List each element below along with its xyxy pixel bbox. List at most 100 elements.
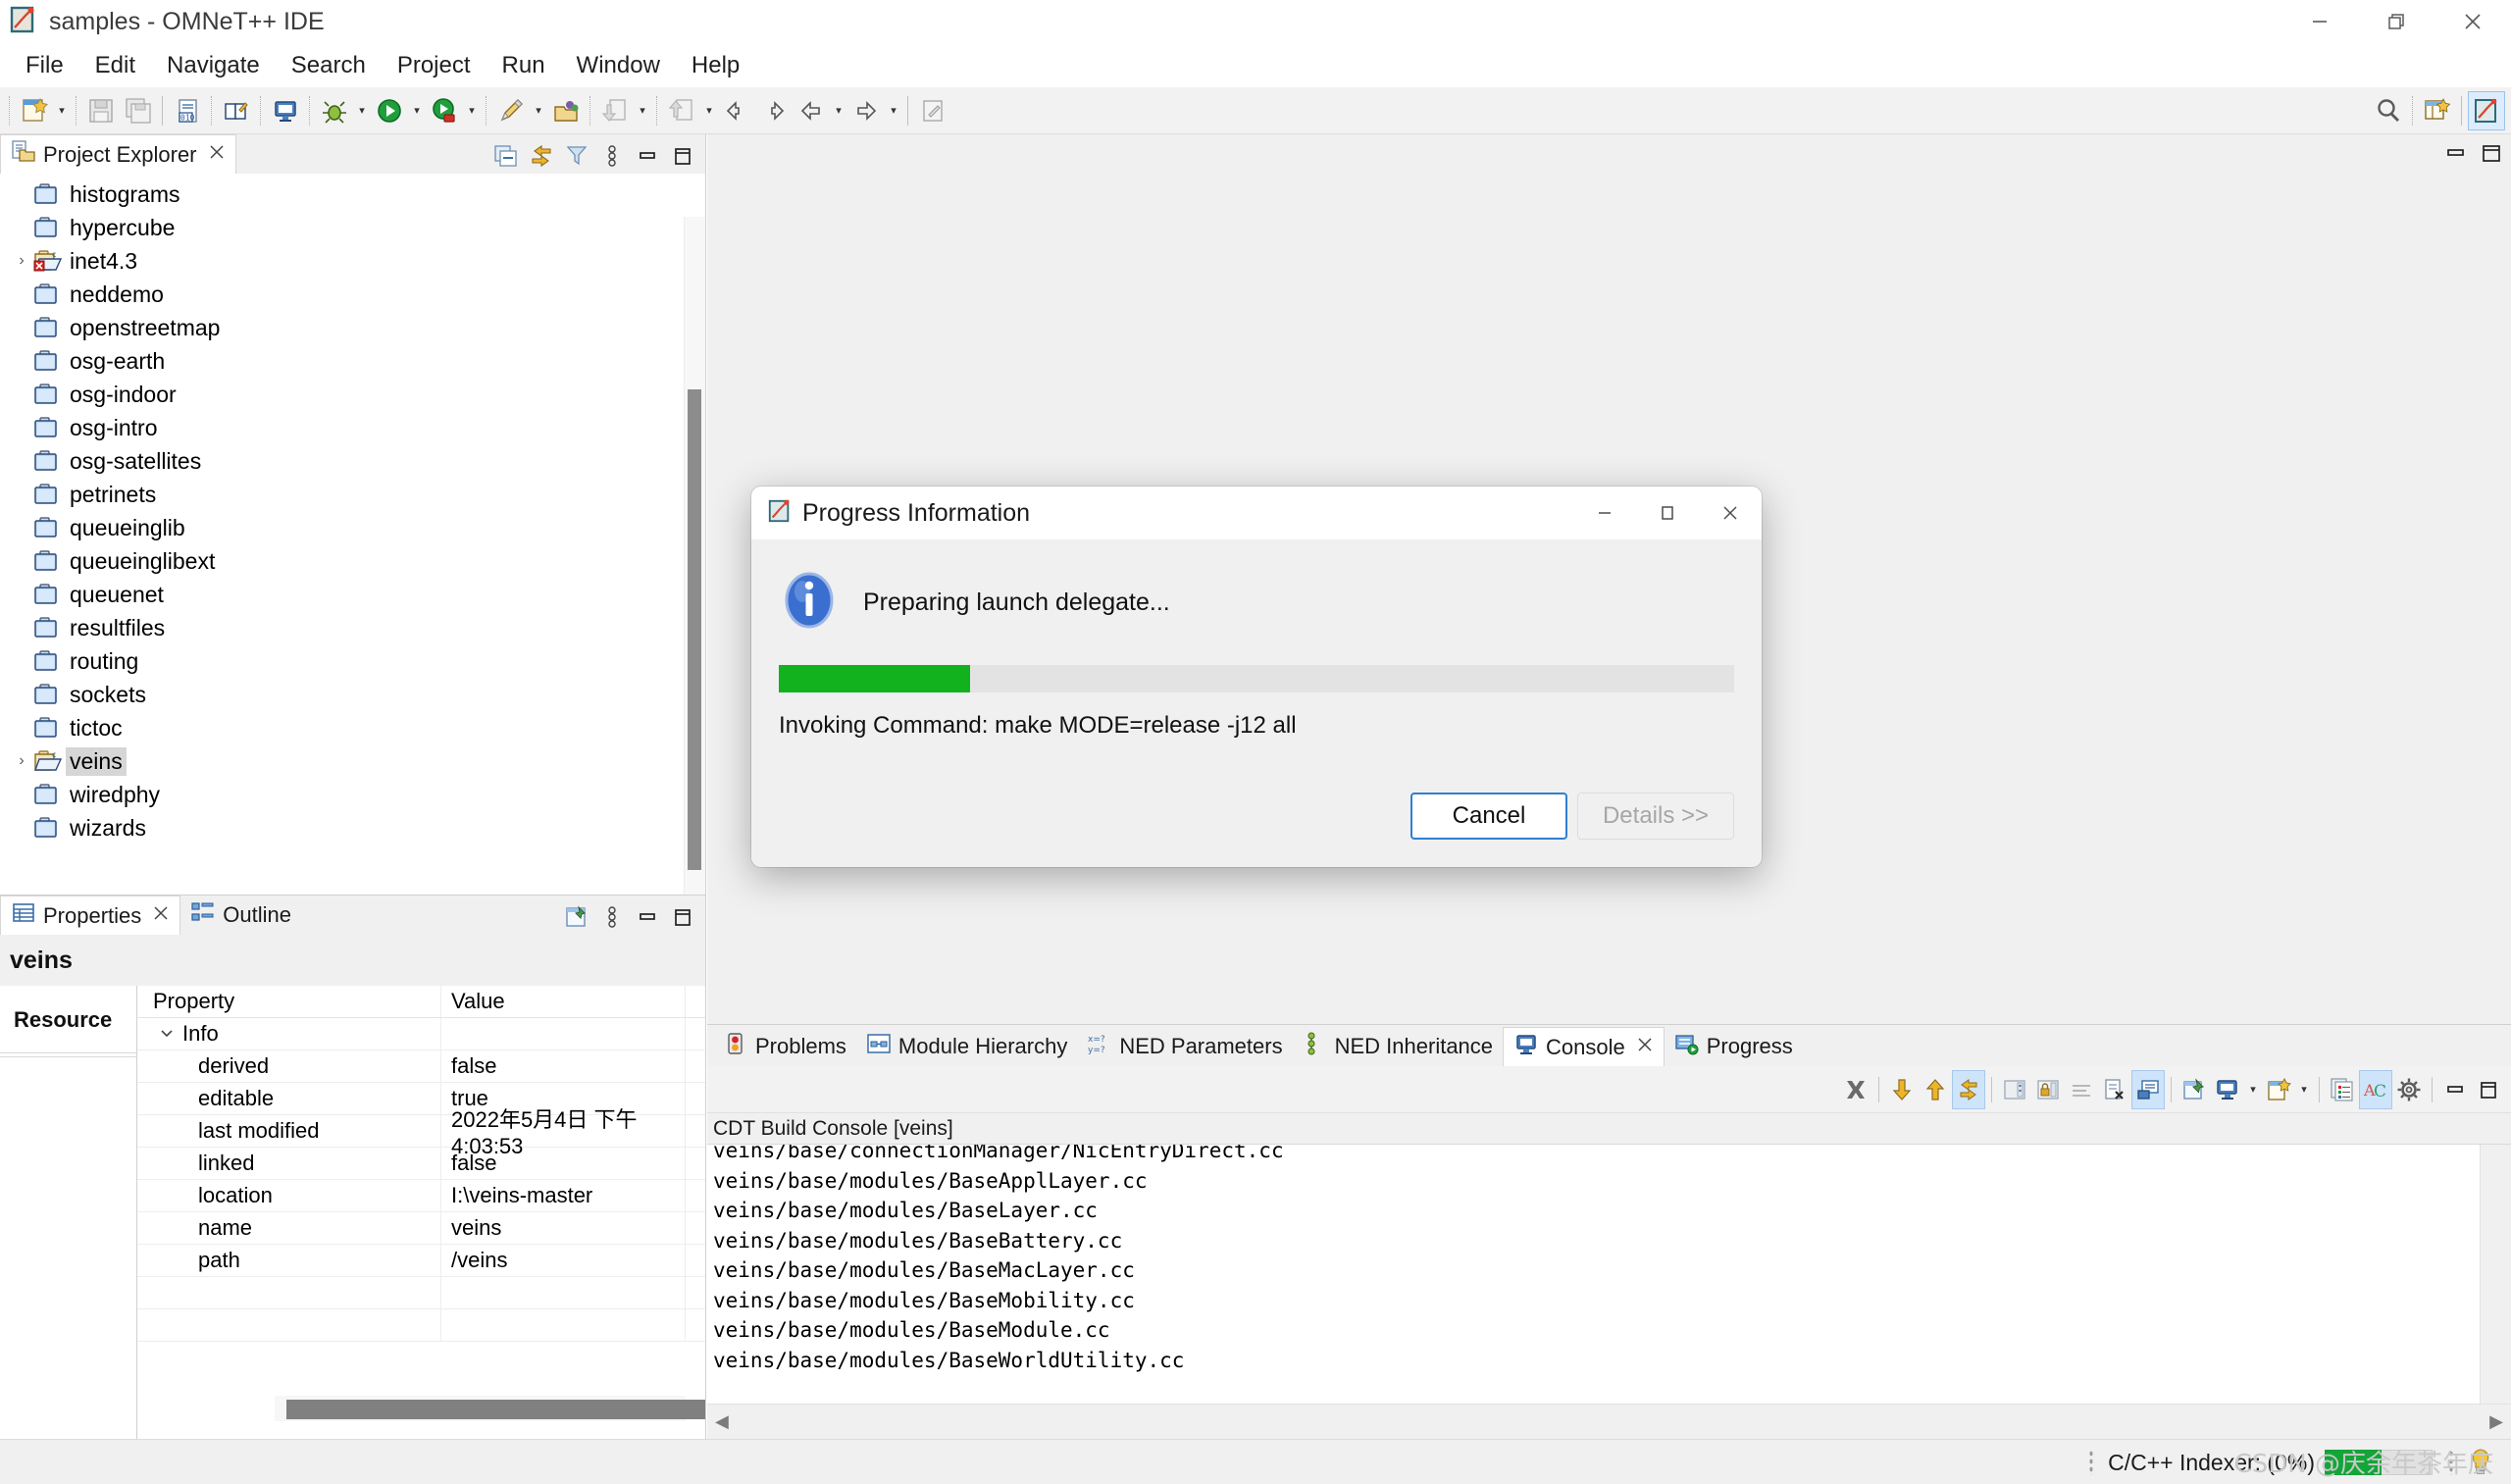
perspective-open-icon[interactable] [2419,91,2456,130]
run-simulation-icon[interactable] [426,91,463,130]
import-icon[interactable] [596,91,634,130]
tree-item-queueinglib[interactable]: · queueinglib [0,511,705,544]
console-vscrollbar-track[interactable] [2480,1145,2511,1404]
tab-properties[interactable]: Properties [0,896,180,935]
export-dropdown-icon[interactable]: ▾ [700,91,718,130]
properties-hscrollbar-thumb[interactable] [286,1400,705,1419]
link-with-editor-icon[interactable] [525,138,558,174]
new-editor-icon[interactable] [914,91,951,130]
dialog-close-button[interactable] [1699,486,1762,539]
menu-edit[interactable]: Edit [79,48,151,83]
tree-item-neddemo[interactable]: · neddemo [0,278,705,311]
properties-group-row[interactable]: Info [137,1018,705,1050]
minimize-view-icon[interactable] [631,138,664,174]
tree-item-inet4-3[interactable]: › c inet4.3 [0,244,705,278]
menu-help[interactable]: Help [676,48,755,83]
menu-window[interactable]: Window [561,48,676,83]
tree-item-osg-intro[interactable]: · osg-intro [0,411,705,444]
tab-ned-inheritance[interactable]: NED Inheritance [1293,1027,1503,1066]
dialog-maximize-button[interactable] [1636,486,1699,539]
word-wrap-icon[interactable] [2065,1070,2098,1109]
cancel-button[interactable]: Cancel [1410,793,1567,840]
tree-item-resultfiles[interactable]: · resultfiles [0,611,705,644]
tree-item-veins[interactable]: › c veins [0,744,705,778]
window-restore-button[interactable] [2358,0,2434,43]
pin-console-icon[interactable] [2031,1070,2065,1109]
clear-console-icon[interactable] [2098,1070,2131,1109]
new-ned-file-icon[interactable]: 010 [169,91,206,130]
maximize-view-icon[interactable] [666,899,699,935]
close-icon[interactable] [208,143,226,167]
tree-item-osg-indoor[interactable]: · osg-indoor [0,378,705,411]
status-drag-handle[interactable] [2088,1450,2094,1475]
tab-console[interactable]: Console [1503,1027,1665,1066]
search-icon[interactable] [2370,91,2407,130]
maximize-view-icon[interactable] [2472,1070,2505,1109]
open-console-icon[interactable] [267,91,304,130]
chevron-right-icon[interactable]: › [10,752,33,770]
import-dropdown-icon[interactable]: ▾ [634,91,651,130]
tab-problems[interactable]: Problems [713,1027,856,1066]
build-pencil-icon[interactable] [492,91,530,130]
tab-ned-parameters[interactable]: x=? y=? NED Parameters [1077,1027,1292,1066]
new-console-view-dropdown-icon[interactable]: ▾ [2295,1070,2313,1109]
tree-item-queueinglibext[interactable]: · queueinglibext [0,544,705,578]
window-minimize-button[interactable] [2281,0,2358,43]
chevron-right-icon[interactable]: › [10,252,33,270]
table-row[interactable]: derivedfalse [137,1050,705,1083]
build-dropdown-icon[interactable]: ▾ [530,91,547,130]
scroll-down-icon[interactable] [1885,1070,1919,1109]
scroll-up-icon[interactable] [1919,1070,1952,1109]
menu-file[interactable]: File [10,48,79,83]
tree-item-wiredphy[interactable]: · wiredphy [0,778,705,811]
tree-item-osg-satellites[interactable]: · osg-satellites [0,444,705,478]
tree-item-tictoc[interactable]: · tictoc [0,711,705,744]
close-icon[interactable] [1636,1036,1654,1059]
maximize-view-icon[interactable] [666,138,699,174]
terminate-icon[interactable] [1839,1070,1872,1109]
light-bulb-icon[interactable] [2468,1448,2493,1477]
run-dropdown-icon[interactable]: ▾ [408,91,426,130]
minimize-view-icon[interactable] [631,899,664,935]
open-console-dropdown-icon[interactable]: ▾ [2244,1070,2262,1109]
back-annotate-icon[interactable] [718,91,755,130]
tab-module-hierarchy[interactable]: Module Hierarchy [856,1027,1077,1066]
table-row[interactable]: path/veins [137,1245,705,1277]
table-row[interactable]: linkedfalse [137,1148,705,1180]
dialog-minimize-button[interactable] [1573,486,1636,539]
auto-scroll-icon[interactable]: A C [2359,1070,2392,1109]
console-output[interactable]: veins/base/connectionManager/NicEntryDir… [707,1145,2480,1404]
table-row[interactable]: last modified2022年5月4日 下午4:03:53 [137,1115,705,1148]
collapse-all-icon[interactable] [489,138,523,174]
window-close-button[interactable] [2434,0,2511,43]
tree-item-histograms[interactable]: · histograms [0,178,705,211]
minimize-view-icon[interactable] [2438,1070,2472,1109]
status-drag-handle[interactable] [2448,1450,2454,1475]
scroll-left-icon[interactable]: ◀ [715,1411,729,1432]
tree-item-routing[interactable]: · routing [0,644,705,678]
maximize-view-icon[interactable] [2480,141,2503,170]
tree-item-openstreetmap[interactable]: · openstreetmap [0,311,705,344]
display-selected-console-icon[interactable] [2131,1070,2165,1109]
chevron-down-icon[interactable] [159,1021,175,1047]
project-tree-scrollbar-thumb[interactable] [688,389,701,870]
view-menu-icon[interactable] [595,899,629,935]
table-row[interactable]: nameveins [137,1212,705,1245]
show-console-icon[interactable] [1998,1070,2031,1109]
debug-icon[interactable] [316,91,353,130]
omnet-perspective-icon[interactable] [2468,91,2505,130]
menu-search[interactable]: Search [276,48,382,83]
sidebar-item-resource[interactable]: Resource [0,999,136,1041]
tree-item-queuenet[interactable]: · queuenet [0,578,705,611]
close-icon[interactable] [152,904,170,928]
tree-item-hypercube[interactable]: · hypercube [0,211,705,244]
new-wizard-dropdown-icon[interactable]: ▾ [53,91,71,130]
tab-project-explorer[interactable]: Project Explorer [0,134,236,174]
view-menu-filter-icon[interactable] [560,138,593,174]
tab-progress[interactable]: Progress [1665,1027,1803,1066]
pin-editor-icon[interactable] [560,899,593,935]
console-hscrollbar-track[interactable]: ◀ ▶ [707,1404,2511,1439]
open-console-icon[interactable] [2211,1070,2244,1109]
save-all-icon[interactable] [120,91,157,130]
tree-item-wizards[interactable]: · wizards [0,811,705,844]
